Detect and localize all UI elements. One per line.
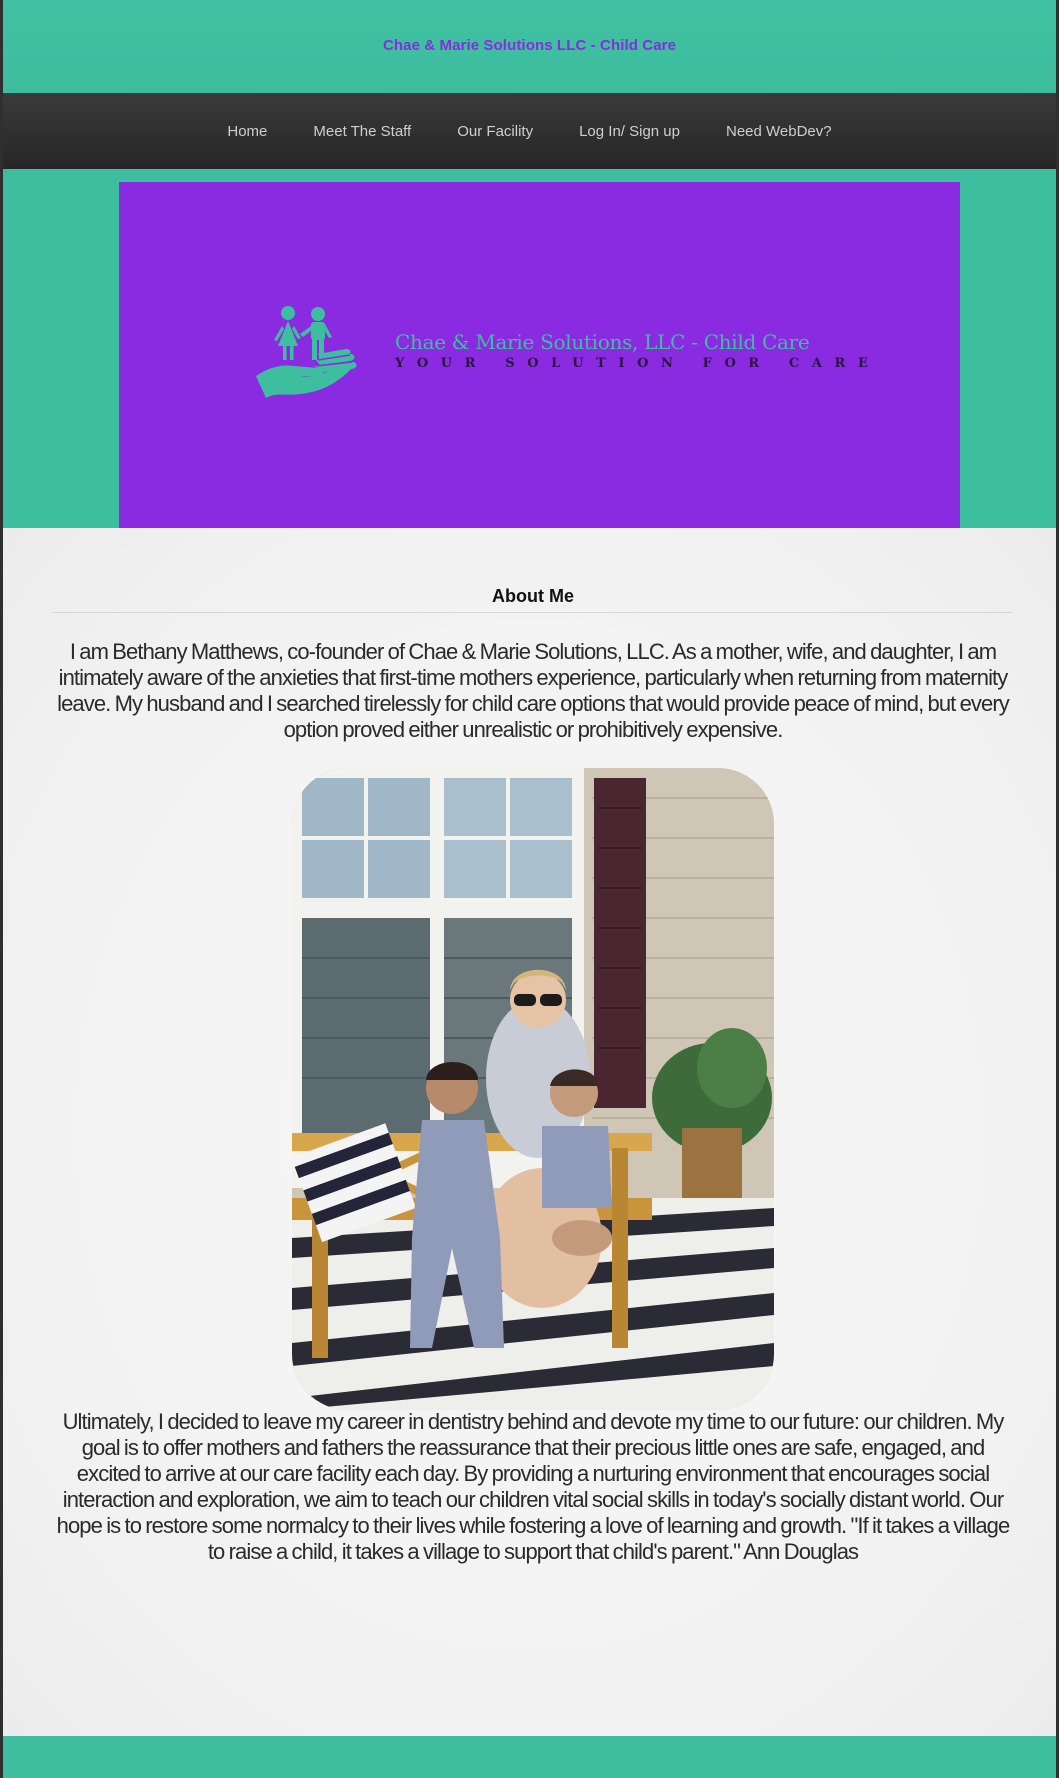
nav-item-need-webdev[interactable]: Need WebDev? (703, 123, 855, 140)
nav-item-meet-the-staff[interactable]: Meet The Staff (290, 123, 434, 140)
logo-tagline: YOUR SOLUTION FOR CARE (395, 356, 881, 371)
nav-item-our-facility[interactable]: Our Facility (434, 123, 556, 140)
logo-text: Chae & Marie Solutions, LLC - Child Care… (395, 330, 881, 371)
main-content: About Me I am Bethany Matthews, co-found… (3, 528, 1056, 1736)
hero-banner: Chae & Marie Solutions, LLC - Child Care… (119, 182, 960, 528)
nav-item-home[interactable]: Home (204, 123, 290, 140)
family-hand-icon (254, 304, 362, 405)
site-header: Chae & Marie Solutions LLC - Child Care (3, 0, 1056, 93)
about-paragraph-2: Ultimately, I decided to leave my career… (56, 1409, 1011, 1564)
about-paragraph-1: I am Bethany Matthews, co-founder of Cha… (57, 639, 1010, 742)
main-nav: Home Meet The Staff Our Facility Log In/… (3, 93, 1056, 169)
logo-name: Chae & Marie Solutions, LLC - Child Care (395, 330, 810, 354)
site-title[interactable]: Chae & Marie Solutions LLC - Child Care (383, 37, 676, 54)
family-photo (292, 768, 774, 1410)
nav-item-login-signup[interactable]: Log In/ Sign up (556, 123, 703, 140)
about-heading: About Me (53, 586, 1013, 613)
footer-band (3, 1736, 1056, 1778)
